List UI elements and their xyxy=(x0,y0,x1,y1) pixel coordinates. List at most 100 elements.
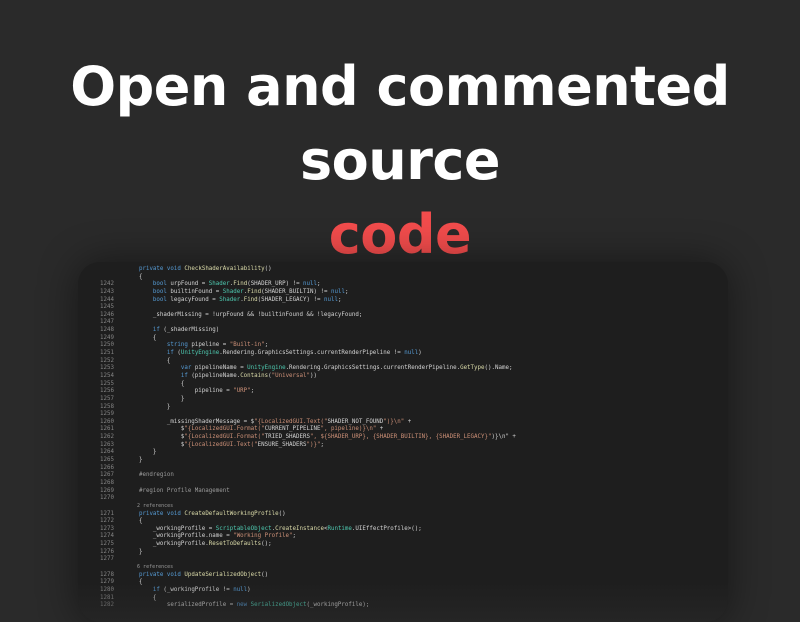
line-number: 1256 xyxy=(100,388,114,395)
code-text: pipeline = "URP"; xyxy=(125,388,255,395)
line-number: 1271 xyxy=(100,510,114,517)
line-number xyxy=(78,503,125,511)
code-text: if (_shaderMissing) xyxy=(152,327,220,334)
code-text: if (pipelineName.Contains("Universal")) xyxy=(180,372,317,379)
line-number: 1251 xyxy=(100,350,114,357)
code-line: 1255 { xyxy=(78,381,728,389)
line-number: 1263 xyxy=(100,441,114,448)
code-text: bool builtinFound = Shader.Find(SHADER_B… xyxy=(152,288,349,295)
code-line: 1270 xyxy=(78,495,728,503)
code-line: 1265 } xyxy=(78,457,728,465)
line-number: 1248 xyxy=(100,327,114,334)
code-line: 1248 if (_shaderMissing) xyxy=(78,327,728,335)
code-text: bool urpFound = Shader.Find(SHADER_URP) … xyxy=(152,281,321,288)
code-text: } xyxy=(125,449,157,456)
line-number: 1261 xyxy=(100,426,114,433)
code-text: string pipeline = "Built-in"; xyxy=(166,342,269,349)
code-line: 1253 var pipelineName = UnityEngine.Rend… xyxy=(78,365,728,373)
line-number: 1253 xyxy=(100,365,114,372)
code-text: { xyxy=(125,594,157,601)
code-line: { xyxy=(78,274,728,282)
code-text: 2 references xyxy=(125,502,174,509)
code-line: 1250 string pipeline = "Built-in"; xyxy=(78,342,728,350)
code-line: 1260 _missingShaderMessage = $"{Localize… xyxy=(78,419,728,427)
code-text: serializedProfile = new SerializedObject… xyxy=(125,602,370,609)
line-number: 1278 xyxy=(100,571,114,578)
code-text: private void CreateDefaultWorkingProfile… xyxy=(138,510,286,517)
code-line: 1268 xyxy=(78,480,728,488)
code-line: 1242 bool urpFound = Shader.Find(SHADER_… xyxy=(78,281,728,289)
code-text: private void UpdateSerializedObject() xyxy=(138,571,269,578)
line-number: 1244 xyxy=(100,296,114,303)
code-text: _missingShaderMessage = $"{LocalizedGUI.… xyxy=(125,418,412,425)
line-number: 1272 xyxy=(100,518,114,525)
line-number: 1270 xyxy=(100,495,114,502)
code-text: _workingProfile.ResetToDefaults(); xyxy=(125,541,272,548)
code-text: { xyxy=(125,518,143,525)
code-line: 1266 xyxy=(78,465,728,473)
code-text: _workingProfile.name = "Working Profile"… xyxy=(125,533,297,540)
code-text: { xyxy=(125,380,185,387)
line-number: 1262 xyxy=(100,434,114,441)
code-line: 1258 } xyxy=(78,404,728,412)
code-text: private void CheckShaderAvailability() xyxy=(138,266,272,272)
code-line: 1246 _shaderMissing = !urpFound && !buil… xyxy=(78,312,728,320)
code-line: 1276 } xyxy=(78,549,728,557)
code-text: 6 references xyxy=(125,563,174,570)
code-line: 1272 { xyxy=(78,518,728,526)
code-line: 1269 #region Profile Management xyxy=(78,488,728,496)
line-number: 1265 xyxy=(100,457,114,464)
code-line: 1245 xyxy=(78,304,728,312)
codelens-references: 6 references xyxy=(78,564,728,572)
line-number: 1250 xyxy=(100,342,114,349)
code-text: #endregion xyxy=(125,472,174,479)
code-text: _workingProfile = ScriptableObject.Creat… xyxy=(125,525,422,532)
code-line: 1274 _workingProfile.name = "Working Pro… xyxy=(78,533,728,541)
code-line: 1275 _workingProfile.ResetToDefaults(); xyxy=(78,541,728,549)
code-line: 1249 { xyxy=(78,335,728,343)
code-text: $"{LocalizedGUI.Format("TRIED_SHADERS", … xyxy=(125,434,516,441)
code-text: if (_workingProfile != null) xyxy=(152,586,251,593)
code-text: { xyxy=(125,357,171,364)
code-line: 1251 if (UnityEngine.Rendering.GraphicsS… xyxy=(78,350,728,358)
code-line: 1261 $"{LocalizedGUI.Format("CURRENT_PIP… xyxy=(78,426,728,434)
code-line: 1280 if (_workingProfile != null) xyxy=(78,587,728,595)
code-text: bool legacyFound = Shader.Find(SHADER_LE… xyxy=(152,296,342,303)
code-line: 1281 { xyxy=(78,595,728,603)
code-line: 1277 xyxy=(78,556,728,564)
headline: Open and commented source code xyxy=(0,50,800,272)
code-line: 1267 #endregion xyxy=(78,472,728,480)
line-number: 1252 xyxy=(100,357,114,364)
code-editor-panel: private void CheckShaderAvailability() {… xyxy=(78,262,728,622)
code-text: #region Profile Management xyxy=(125,487,230,494)
code-line: private void CheckShaderAvailability() xyxy=(78,266,728,274)
line-number: 1254 xyxy=(100,372,114,379)
code-text: } xyxy=(125,403,171,410)
line-number: 1257 xyxy=(100,395,114,402)
line-number xyxy=(78,266,125,274)
code-text: } xyxy=(125,548,143,555)
code-text: } xyxy=(125,457,143,464)
code-line: 1273 _workingProfile = ScriptableObject.… xyxy=(78,526,728,534)
line-number: 1277 xyxy=(100,556,114,563)
code-text: } xyxy=(125,395,185,402)
code-text: var pipelineName = UnityEngine.Rendering… xyxy=(180,365,513,372)
line-number: 1282 xyxy=(100,602,114,609)
line-number: 1247 xyxy=(100,319,114,326)
code-line: 1278 private void UpdateSerializedObject… xyxy=(78,572,728,580)
code-listing: private void CheckShaderAvailability() {… xyxy=(78,266,728,610)
line-number: 1259 xyxy=(100,411,114,418)
line-number: 1268 xyxy=(100,479,114,486)
code-line: 1264 } xyxy=(78,449,728,457)
code-text: if (UnityEngine.Rendering.GraphicsSettin… xyxy=(166,350,422,357)
line-number: 1245 xyxy=(100,304,114,311)
headline-line-2: code xyxy=(328,203,472,266)
code-line: 1243 bool builtinFound = Shader.Find(SHA… xyxy=(78,289,728,297)
line-number: 1267 xyxy=(100,472,114,479)
code-text: { xyxy=(125,334,157,341)
